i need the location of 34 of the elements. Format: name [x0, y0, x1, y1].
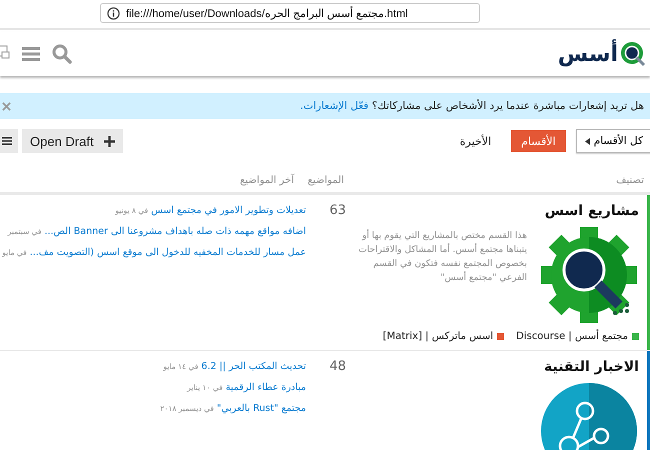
column-header: آخر المواضيع	[240, 174, 296, 186]
topic-link[interactable]: مجتمع "Rust بالعربي"	[216, 403, 306, 414]
address-bar[interactable]: file:///home/user/Downloads/مجتمع أسس البرامج الحره.html	[100, 3, 480, 23]
menu-button[interactable]	[0, 129, 18, 153]
topic-link[interactable]: تحديث المكتب الحر || 6.2	[201, 361, 306, 372]
column-header: تصنيف	[615, 174, 645, 186]
column-header: المواضيع	[306, 174, 344, 186]
notification-text: هل تريد إشعارات مباشرة عندما يرد الأشخاص على مشاركاتك؟ فعّل الإشعارات.	[300, 100, 644, 112]
menu-icon[interactable]	[22, 46, 40, 62]
logo-text: أسس	[558, 42, 618, 66]
caret-icon	[584, 138, 590, 144]
categories-dropdown[interactable]: كل الأقسام	[576, 129, 650, 153]
category-title[interactable]: الاخبار التقنية	[356, 359, 639, 375]
topic-count: 48	[329, 359, 346, 374]
nav-tab[interactable]: الأقسام	[511, 130, 566, 152]
close-icon[interactable]	[2, 102, 11, 110]
category-title[interactable]: مشاريع اسس	[356, 203, 639, 219]
url-text: file:///home/user/Downloads/مجتمع أسس البرامج الحره.html	[126, 6, 408, 20]
info-icon	[107, 6, 120, 20]
nav-tab[interactable]: الأخيرة	[450, 130, 502, 152]
topic-link[interactable]: عمل مسار للخدمات المخفيه للدخول الى موقع اسس (التصويت مف...	[30, 247, 306, 258]
subcategory-link[interactable]: مجتمع أسس | Discourse	[516, 331, 628, 342]
logo-icon	[620, 41, 646, 67]
subcategory-link[interactable]: اسس ماتركس | [Matrix]	[382, 331, 494, 342]
topic-link[interactable]: تعديلات وتطوير الامور في مجتمع اسس	[151, 205, 306, 216]
category-description: هذا القسم مختص بالمشاريع التي يقوم بها أو يتبناها مجتمع أسس. أما المشاكل والاقتراحات بخصوص المجتمع نفسه فتكون في القسم الفرعي "مجتمع أسس"	[357, 229, 527, 285]
enable-notifications-link[interactable]: فعّل الإشعارات.	[300, 100, 369, 112]
search-icon[interactable]	[52, 44, 72, 64]
plus-icon	[104, 136, 115, 146]
topic-link[interactable]: اضافه مواقع مهمه ذات صله باهداف مشروعنا الى Banner الص...	[44, 226, 306, 237]
topic-link[interactable]: مبادرة عطاء الرقمية	[226, 382, 306, 393]
open-draft-button[interactable]: Open Draft	[22, 129, 123, 153]
topic-count: 63	[329, 203, 346, 218]
menu-icon	[2, 136, 12, 146]
